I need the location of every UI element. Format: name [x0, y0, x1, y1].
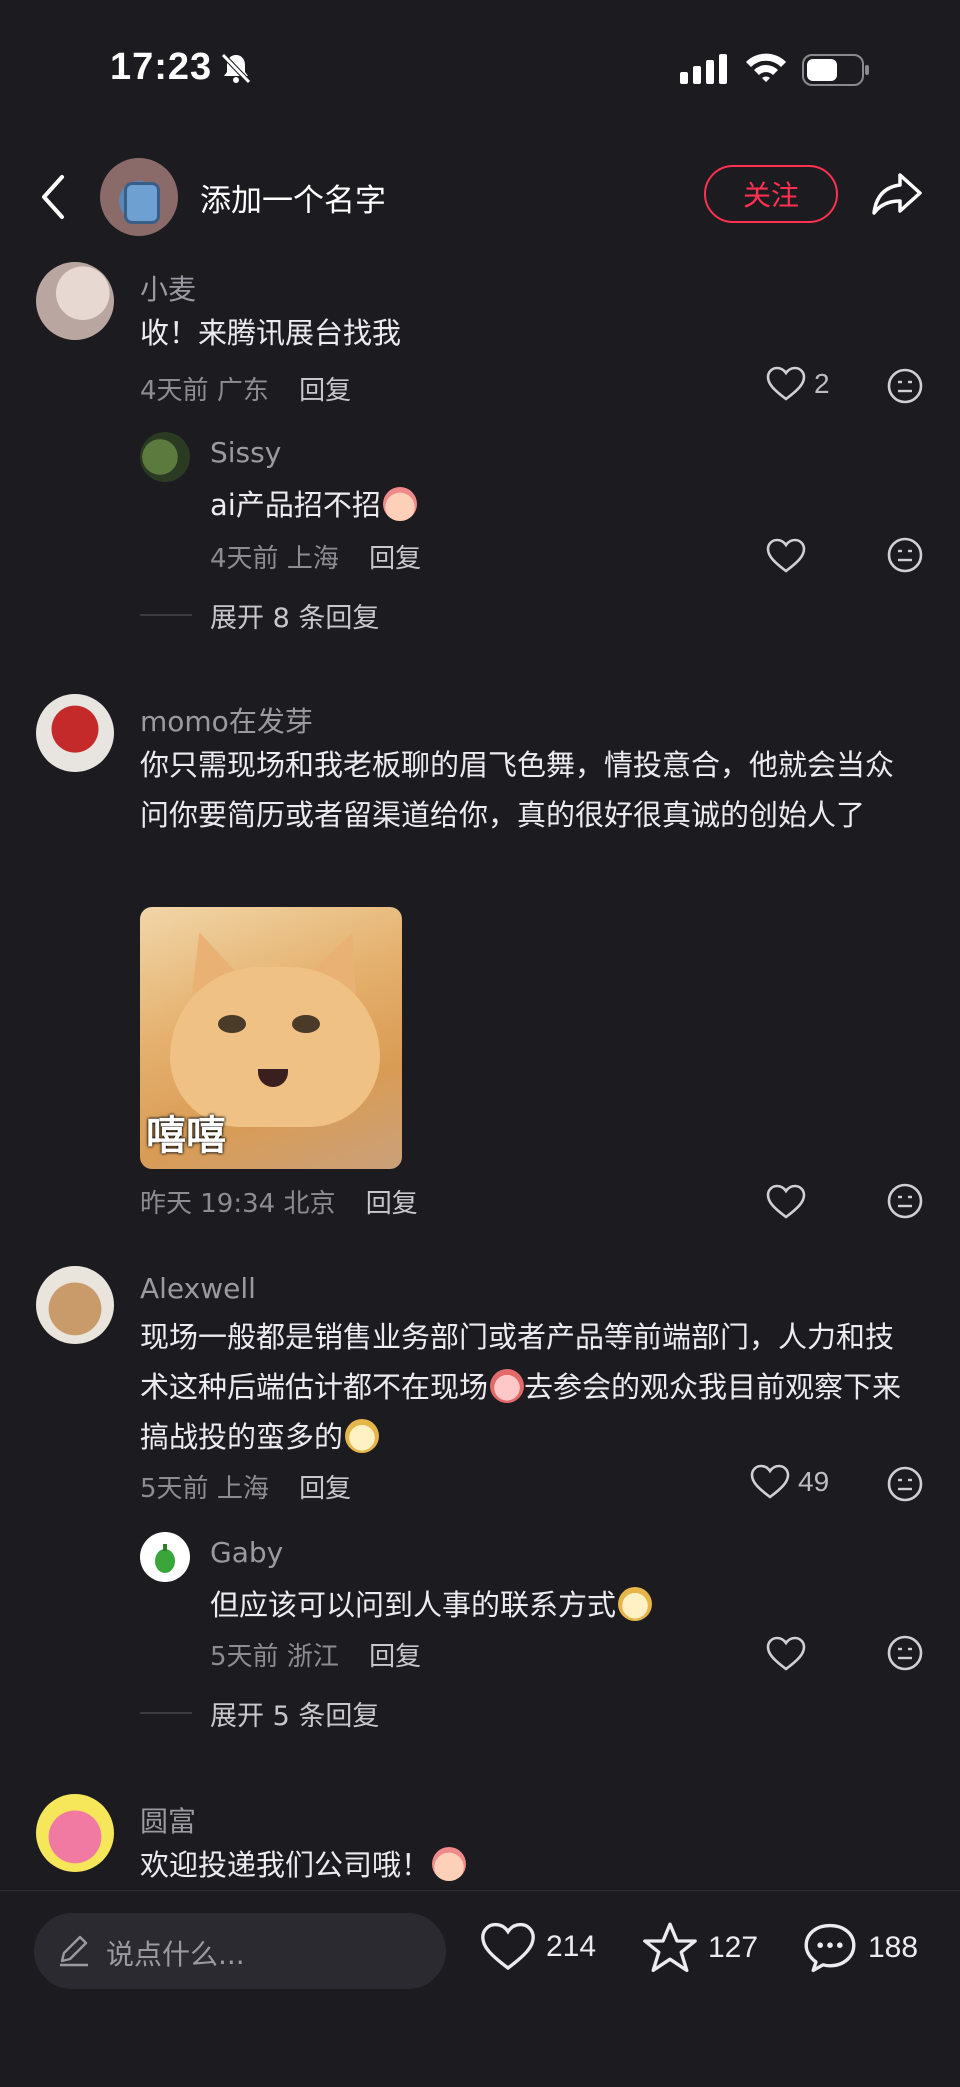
reply-meta: 5天前 浙江 回复	[210, 1636, 421, 1673]
avatar[interactable]	[140, 1532, 190, 1582]
heart-icon[interactable]	[766, 1184, 806, 1220]
comment-date: 昨天 19:34	[140, 1189, 276, 1219]
comment-text-content: 欢迎投递我们公司哦！	[140, 1848, 431, 1882]
star-action[interactable]: 127	[642, 1921, 758, 1975]
reply-text: ai产品招不招	[210, 480, 417, 530]
wifi-icon	[746, 53, 786, 82]
heart-icon	[766, 366, 806, 401]
comment-username[interactable]: 圆富	[140, 1800, 196, 1840]
status-bar: 17:23	[0, 0, 960, 140]
like-count: 214	[546, 1930, 597, 1963]
signal-icon	[680, 54, 727, 84]
expand-divider	[140, 614, 192, 616]
comment-date: 5天前	[140, 1474, 209, 1504]
pepper-icon	[155, 1544, 175, 1573]
reply-meta: 4天前 上海 回复	[210, 538, 421, 575]
comment-input[interactable]: 说点什么...	[34, 1913, 446, 1989]
avatar[interactable]	[36, 262, 114, 340]
cat-sticker-image[interactable]: 嘻嘻	[140, 907, 402, 1169]
comment-meta: 4天前 广东 回复	[140, 370, 351, 407]
expand-replies-button[interactable]: 展开 5 条回复	[210, 1694, 379, 1733]
comment-input-placeholder: 说点什么...	[106, 1938, 245, 1971]
comment-text: 收！来腾讯展台找我	[140, 316, 402, 350]
heart-icon	[481, 1922, 535, 1971]
star-count: 127	[708, 1931, 759, 1964]
sly-emoji-icon	[618, 1587, 653, 1621]
heart-icon[interactable]	[766, 538, 806, 574]
comment-text: 欢迎投递我们公司哦！	[140, 1840, 467, 1890]
avatar[interactable]	[36, 1266, 114, 1344]
like-button[interactable]: 49	[750, 1464, 829, 1500]
battery-icon	[802, 54, 869, 86]
star-icon	[643, 1922, 697, 1973]
reply-location: 浙江	[286, 1642, 339, 1672]
like-count: 49	[798, 1466, 830, 1497]
share-arrow-icon[interactable]	[870, 169, 924, 217]
like-action[interactable]: 214	[480, 1921, 596, 1973]
author-name[interactable]: 添加一个名字	[200, 175, 386, 220]
comment-username[interactable]: 小麦	[140, 268, 196, 308]
blush-emoji-icon	[382, 487, 417, 521]
reply-text-content: ai产品招不招	[210, 488, 381, 522]
like-count: 2	[814, 368, 830, 399]
reply-button[interactable]: 回复	[299, 1474, 351, 1504]
comment-date: 4天前	[140, 376, 209, 406]
reply-button[interactable]: 回复	[366, 1189, 418, 1219]
reply-username[interactable]: Sissy	[210, 436, 281, 469]
reply-date: 4天前	[210, 544, 279, 574]
neutral-face-icon[interactable]	[886, 1182, 924, 1220]
comment-meta: 昨天 19:34 北京 回复	[140, 1183, 418, 1220]
status-time: 17:23	[110, 46, 213, 88]
reply-text-content: 但应该可以问到人事的联系方式	[210, 1588, 617, 1622]
comment-text: 现场一般都是销售业务部门或者产品等前端部门，人力和技术这种后端估计都不在现场 去参…	[140, 1312, 920, 1462]
comment-username[interactable]: Alexwell	[140, 1272, 256, 1305]
reply-username[interactable]: Gaby	[210, 1536, 283, 1569]
crying-emoji-icon	[490, 1369, 525, 1403]
comment-item: 小麦 收！来腾讯展台找我 4天前 广东 回复 2 Sissy ai产品招不招 4…	[0, 260, 960, 640]
expand-replies-button[interactable]: 展开 8 条回复	[210, 596, 379, 635]
neutral-face-icon[interactable]	[886, 1465, 924, 1503]
nav-bar: 添加一个名字 关注	[0, 155, 960, 239]
avatar[interactable]	[36, 1794, 114, 1872]
neutral-face-icon[interactable]	[886, 1634, 924, 1672]
like-button[interactable]: 2	[766, 366, 830, 402]
avatar[interactable]	[36, 694, 114, 772]
reply-button[interactable]: 回复	[299, 376, 351, 406]
neutral-face-icon[interactable]	[886, 367, 924, 405]
blush-emoji-icon	[432, 1847, 467, 1881]
sticker-caption: 嘻嘻	[146, 1113, 226, 1159]
comment-count: 188	[868, 1931, 919, 1964]
chevron-left-icon[interactable]	[38, 173, 68, 221]
reply-button[interactable]: 回复	[369, 544, 421, 574]
pencil-icon	[60, 1935, 88, 1967]
comment-username[interactable]: momo在发芽	[140, 700, 313, 740]
comment-location: 广东	[216, 376, 269, 406]
avatar[interactable]	[140, 432, 190, 482]
comment-item: Alexwell 现场一般都是销售业务部门或者产品等前端部门，人力和技术这种后端…	[0, 1262, 960, 1742]
comment-meta: 5天前 上海 回复	[140, 1468, 351, 1505]
comment-action[interactable]: 188	[802, 1921, 918, 1975]
bottom-action-bar: 说点什么... 214 127 188	[0, 1890, 960, 2087]
author-avatar[interactable]	[100, 158, 178, 236]
neutral-face-icon[interactable]	[886, 536, 924, 574]
comment-location: 上海	[216, 1474, 269, 1504]
sly-emoji-icon	[345, 1419, 380, 1453]
reply-text: 但应该可以问到人事的联系方式	[210, 1580, 653, 1630]
expand-divider	[140, 1712, 192, 1714]
reply-button[interactable]: 回复	[369, 1642, 421, 1672]
bell-muted-icon	[221, 53, 251, 84]
follow-button[interactable]: 关注	[704, 165, 838, 223]
comment-location: 北京	[283, 1189, 336, 1219]
heart-icon[interactable]	[766, 1636, 806, 1672]
reply-location: 上海	[286, 544, 339, 574]
chat-bubble-icon	[804, 1923, 856, 1973]
comment-text: 你只需现场和我老板聊的眉飞色舞，情投意合，他就会当众问你要简历或者留渠道给你，真…	[140, 748, 895, 832]
heart-icon	[750, 1464, 790, 1499]
comment-item: 圆富 欢迎投递我们公司哦！	[0, 1790, 960, 1890]
reply-date: 5天前	[210, 1642, 279, 1672]
